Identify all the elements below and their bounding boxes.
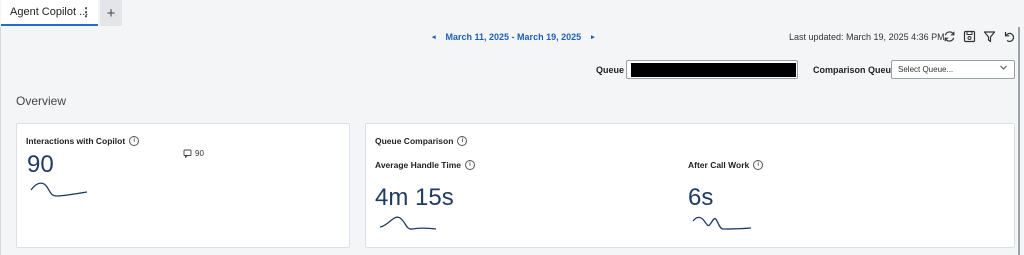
tab-label: Agent Copilot ... [10,6,89,18]
chat-count: 90 [183,149,204,158]
acw-title: After Call Work [688,160,750,170]
queue-comparison-title: Queue Comparison [375,136,454,146]
info-icon[interactable]: i [464,160,475,170]
last-updated-text: Last updated: March 19, 2025 4:36 PM [789,32,945,42]
overview-heading: Overview [16,94,67,108]
chevron-down-icon [999,63,1008,74]
undo-icon[interactable] [1003,30,1016,43]
queue-label: Queue [596,65,625,75]
interactions-value: 90 [27,151,54,178]
save-icon[interactable] [963,30,976,43]
date-range-nav: ◂ March 11, 2025 - March 19, 2025 ▸ [432,32,595,42]
interactions-sparkline [30,182,88,197]
queue-comparison-title-row: Queue Comparison i [375,136,468,146]
aht-title: Average Handle Time [375,160,461,170]
aht-sparkline [379,216,437,230]
comparison-queue-placeholder: Select Queue... [898,65,954,74]
comparison-queue-label: Comparison Queue [813,65,897,75]
chat-icon [183,149,192,158]
interactions-card: Interactions with Copilot i 90 90 [16,123,350,248]
redacted-value [631,63,796,77]
tab-bar: Agent Copilot ... ⋮ + [0,0,1024,27]
kebab-menu-icon[interactable]: ⋮ [80,5,92,19]
info-icon[interactable]: i [129,136,140,146]
previous-range-icon[interactable]: ◂ [432,33,436,41]
acw-title-row: After Call Work i [688,160,764,170]
filter-icon[interactable] [983,30,996,43]
interactions-title-row: Interactions with Copilot i [26,136,140,146]
comparison-queue-select[interactable]: Select Queue... [891,60,1015,79]
aht-value: 4m 15s [375,184,454,211]
aht-title-row: Average Handle Time i [375,160,475,170]
date-range-label[interactable]: March 11, 2025 - March 19, 2025 [446,32,582,42]
info-icon[interactable]: i [753,160,764,170]
interactions-title: Interactions with Copilot [26,136,126,146]
refresh-icon[interactable] [943,30,956,43]
tab-agent-copilot[interactable]: Agent Copilot ... ⋮ [1,0,98,26]
queue-field[interactable] [626,60,798,79]
info-icon[interactable]: i [457,136,468,146]
next-range-icon[interactable]: ▸ [591,33,595,41]
add-tab-button[interactable]: + [100,0,122,26]
acw-sparkline [692,216,752,230]
queue-comparison-card: Queue Comparison i Average Handle Time i… [365,123,1015,248]
toolbar [943,30,1016,43]
chat-count-value: 90 [195,149,204,158]
acw-value: 6s [688,184,714,211]
